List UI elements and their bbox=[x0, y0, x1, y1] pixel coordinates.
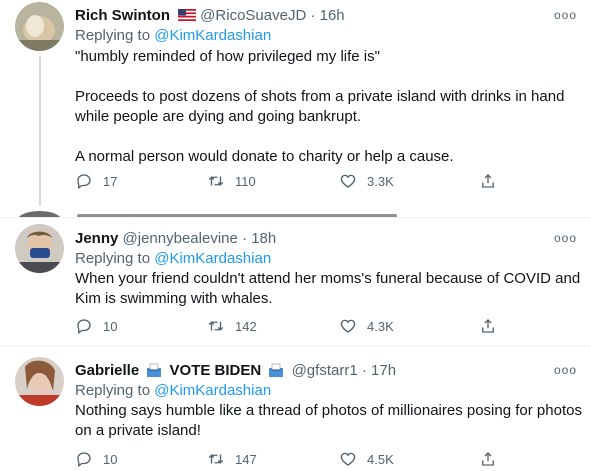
like-count: 4.5K bbox=[367, 451, 394, 467]
share-icon bbox=[482, 174, 494, 188]
replying-to: Replying to @KimKardashian bbox=[75, 381, 271, 400]
like-count: 4.3K bbox=[367, 318, 394, 334]
replying-to: Replying to @KimKardashian bbox=[75, 249, 271, 268]
separator: · bbox=[361, 362, 367, 379]
user-handle[interactable]: @RicoSuaveJD bbox=[200, 7, 306, 24]
more-icon[interactable]: ooo bbox=[554, 8, 577, 22]
share-button[interactable] bbox=[479, 317, 507, 335]
tweet-text: When your friend couldn't attend her mom… bbox=[75, 270, 581, 307]
more-icon[interactable]: ooo bbox=[554, 363, 577, 377]
share-button[interactable] bbox=[479, 172, 507, 190]
tweet-2[interactable]: Jenny @jennybealevine · 18h ooo Replying… bbox=[0, 218, 591, 346]
reply-button[interactable]: 10 bbox=[75, 317, 117, 335]
tweet-actions: 17 110 3.3K bbox=[75, 172, 575, 192]
mention-link[interactable]: @KimKardashian bbox=[154, 27, 271, 44]
reply-button[interactable]: 10 bbox=[75, 450, 117, 468]
display-name[interactable]: Rich Swinton bbox=[75, 7, 170, 24]
like-icon bbox=[340, 452, 356, 466]
avatar[interactable] bbox=[15, 224, 64, 273]
us-flag-icon bbox=[178, 9, 197, 21]
replying-to-label: Replying to bbox=[75, 27, 155, 44]
timestamp[interactable]: 17h bbox=[371, 362, 396, 379]
retweet-button[interactable]: 142 bbox=[207, 317, 257, 335]
tweet-text: "humbly reminded of how privileged my li… bbox=[75, 48, 565, 165]
tweet-text: Nothing says humble like a thread of pho… bbox=[75, 402, 582, 439]
avatar[interactable] bbox=[15, 2, 64, 51]
retweet-icon bbox=[208, 454, 224, 464]
tweet-1[interactable]: Rich Swinton @RicoSuaveJD · 16h ooo Repl… bbox=[0, 0, 591, 207]
share-button[interactable] bbox=[479, 450, 507, 468]
mention-link[interactable]: @KimKardashian bbox=[154, 382, 271, 399]
replying-to-label: Replying to bbox=[75, 250, 155, 267]
reply-count: 10 bbox=[103, 451, 118, 467]
user-handle[interactable]: @jennybealevine bbox=[123, 230, 238, 247]
display-name[interactable]: Gabrielle bbox=[75, 362, 139, 379]
tweet-header: Jenny @jennybealevine · 18h bbox=[75, 229, 276, 248]
separator: · bbox=[310, 7, 316, 24]
reply-button[interactable]: 17 bbox=[75, 172, 117, 190]
display-name[interactable]: Jenny bbox=[75, 230, 118, 247]
reply-count: 17 bbox=[103, 173, 118, 189]
retweet-button[interactable]: 147 bbox=[207, 450, 257, 468]
tweet-3[interactable]: Gabrielle VOTE BIDEN @gfstarr1 · 17h ooo… bbox=[0, 347, 591, 471]
collapsed-tweet-strip bbox=[0, 207, 591, 217]
timestamp[interactable]: 18h bbox=[251, 230, 276, 247]
like-button[interactable]: 4.3K bbox=[339, 317, 394, 335]
retweet-button[interactable]: 110 bbox=[207, 172, 256, 190]
reply-icon bbox=[77, 174, 91, 190]
user-handle[interactable]: @gfstarr1 bbox=[292, 362, 358, 379]
retweet-icon bbox=[208, 176, 224, 186]
tweet-header: Gabrielle VOTE BIDEN @gfstarr1 · 17h bbox=[75, 361, 396, 380]
avatar[interactable] bbox=[15, 357, 64, 406]
more-icon[interactable]: ooo bbox=[554, 231, 577, 245]
retweet-count: 142 bbox=[235, 318, 257, 334]
ballot-box-icon bbox=[269, 363, 284, 377]
timestamp[interactable]: 16h bbox=[320, 7, 345, 24]
like-icon bbox=[340, 319, 356, 333]
replying-to-label: Replying to bbox=[75, 382, 155, 399]
thread-line bbox=[39, 56, 41, 206]
tweet-header: Rich Swinton @RicoSuaveJD · 16h bbox=[75, 6, 345, 25]
retweet-count: 110 bbox=[235, 173, 256, 189]
like-button[interactable]: 3.3K bbox=[339, 172, 394, 190]
tweet-actions: 10 147 4.5K bbox=[75, 450, 575, 470]
ballot-box-icon bbox=[147, 363, 162, 377]
reply-count: 10 bbox=[103, 318, 118, 334]
like-icon bbox=[340, 174, 356, 188]
reply-icon bbox=[77, 452, 91, 468]
like-button[interactable]: 4.5K bbox=[339, 450, 394, 468]
display-name-suffix[interactable]: VOTE BIDEN bbox=[170, 362, 262, 379]
retweet-icon bbox=[208, 321, 224, 331]
separator: · bbox=[242, 230, 248, 247]
like-count: 3.3K bbox=[367, 173, 394, 189]
share-icon bbox=[482, 452, 494, 466]
tweet-actions: 10 142 4.3K bbox=[75, 317, 575, 337]
share-icon bbox=[482, 319, 494, 333]
mention-link[interactable]: @KimKardashian bbox=[154, 250, 271, 267]
replying-to: Replying to @KimKardashian bbox=[75, 26, 271, 45]
retweet-count: 147 bbox=[235, 451, 257, 467]
reply-icon bbox=[77, 319, 91, 335]
